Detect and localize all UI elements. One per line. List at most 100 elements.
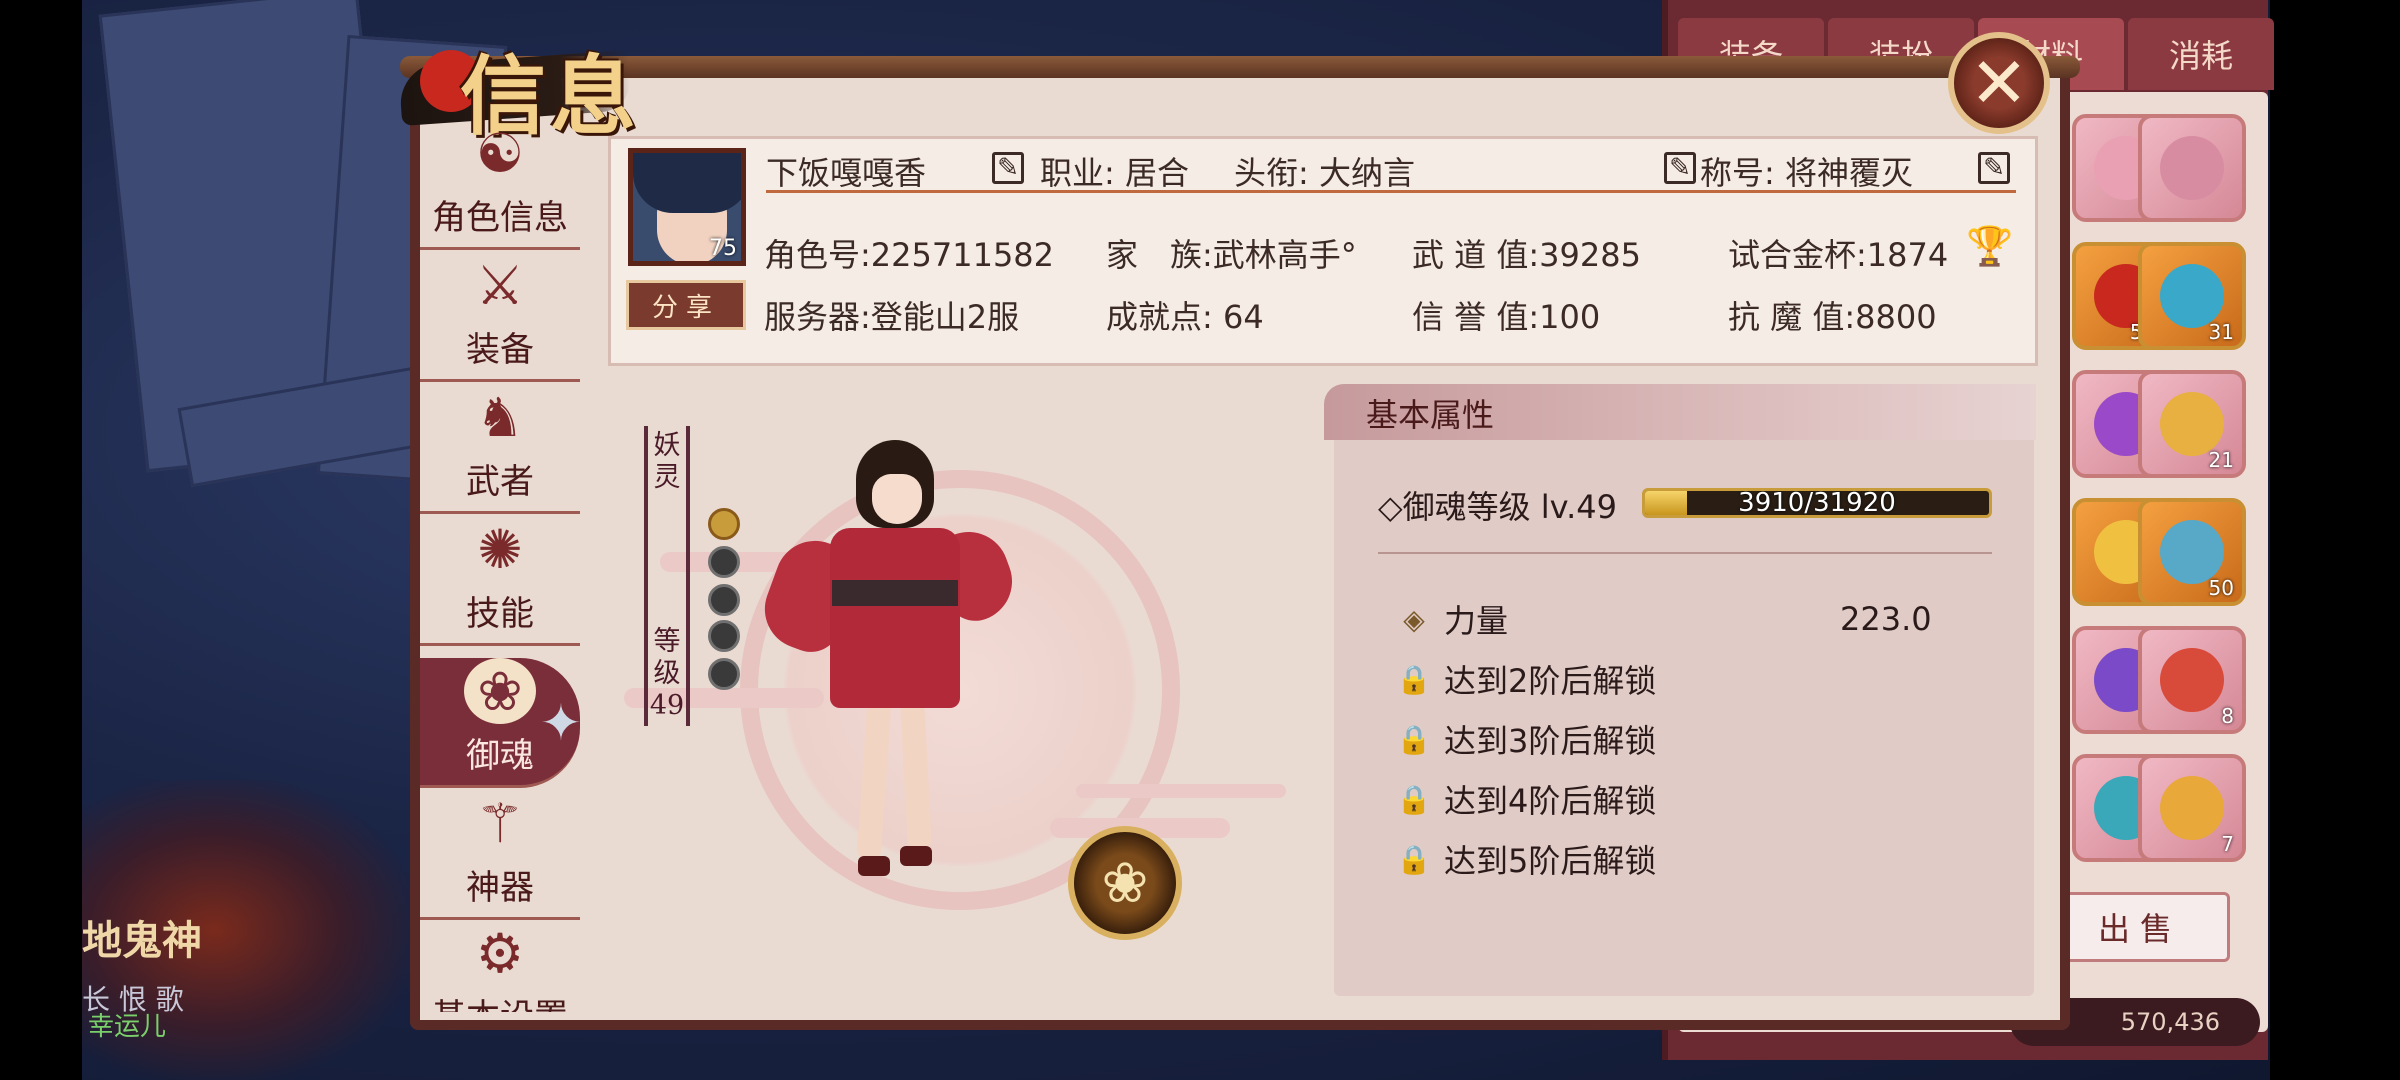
strength-diamond-icon: ◈ (1403, 602, 1425, 636)
avatar-level-badge: 75 (709, 236, 737, 261)
sidebar-item-artifact[interactable]: ⚚ 神器 (420, 790, 580, 920)
inventory-slot[interactable]: 8 (2138, 626, 2246, 734)
edit-honor-icon[interactable]: ✎ (1978, 152, 2010, 184)
slot-count: 31 (2208, 320, 2234, 344)
locked-attribute-label: 达到5阶后解锁 (1444, 842, 1657, 880)
soul-stage-dot (708, 546, 740, 578)
gear-icon: ⚙ (475, 922, 525, 985)
soul-stage-dot (708, 620, 740, 652)
edit-title-icon[interactable]: ✎ (1664, 152, 1696, 184)
red-crystal-icon (2160, 648, 2224, 712)
leg (856, 699, 892, 861)
slot-count: 50 (2208, 576, 2234, 600)
yaoling-level-box: 妖 灵 等 级 49 (644, 426, 690, 726)
locked-attribute-label: 达到3阶后解锁 (1444, 722, 1657, 760)
locked-attribute-row: 🔒 达到4阶后解锁 (1396, 776, 1657, 822)
locked-attribute-row: 🔒 达到5阶后解锁 (1396, 836, 1657, 882)
chat-player-name[interactable]: 幸运儿 (88, 1006, 166, 1043)
slot-count: 7 (2221, 832, 2234, 856)
inventory-slot[interactable]: 31 (2138, 242, 2246, 350)
sidebar-item-label: 神器 (466, 868, 534, 908)
sidebar-item-label: 御魂 (466, 736, 534, 776)
multicolor-gem-icon (2160, 520, 2224, 584)
fox-spirit-badge-icon[interactable]: ❀ (1068, 826, 1182, 940)
title-logo: 信息 (360, 20, 660, 147)
honor-title-label: 称号: 将神覆灭 (1700, 154, 1913, 192)
sidebar-item-label: 装备 (466, 330, 534, 370)
lock-icon: 🔒 (1396, 662, 1432, 696)
yaoling-label: 妖 灵 (653, 430, 681, 493)
shuriken-icon: ✦ (540, 694, 582, 752)
edit-name-icon[interactable]: ✎ (992, 152, 1024, 184)
soul-stage-dot-active (708, 508, 740, 540)
wudao-value: 武 道 值:39285 (1412, 236, 1641, 274)
helmet-icon: ♞ (475, 385, 525, 449)
pink-crystal-icon (2160, 136, 2224, 200)
sell-button[interactable]: 出售 (2050, 892, 2230, 962)
credit-value: 信 誉 值:100 (1412, 298, 1601, 336)
server-label: 服务器:登能山2服 (764, 298, 1020, 336)
blue-ring-icon (2160, 264, 2224, 328)
attributes-title: 基本属性 (1366, 396, 1495, 434)
avatar[interactable]: 75 (628, 148, 746, 266)
shoe (900, 846, 932, 866)
slot-count: 8 (2221, 704, 2234, 728)
strength-row: ◈ 力量 (1396, 596, 1508, 642)
locked-attribute-label: 达到4阶后解锁 (1444, 782, 1657, 820)
sidebar-item-settings[interactable]: ⚙ 基本设置 (420, 922, 580, 1012)
trophy-icon: 🏆 (1966, 224, 2014, 268)
sidebar-item-character-info[interactable]: ☯ 角色信息 (420, 120, 580, 250)
lock-icon: 🔒 (1396, 782, 1432, 816)
kangmo-value: 抗 魔 值:8800 (1728, 298, 1937, 336)
inventory-slot[interactable]: 21 (2138, 370, 2246, 478)
profession-label: 职业: 居合 (1040, 154, 1189, 192)
decorative-stripe (1076, 784, 1286, 798)
soul-stage-dot (708, 658, 740, 690)
share-button[interactable]: 分享 (626, 280, 746, 330)
gold-crystal-icon (2160, 776, 2224, 840)
exp-progress-text: 3910/31920 (1738, 488, 1896, 518)
yuhun-level-label: ◇御魂等级 lv.49 (1378, 488, 1618, 526)
inventory-slot[interactable]: 7 (2138, 754, 2246, 862)
sidebar-item-equipment[interactable]: ⚔ 装备 (420, 252, 580, 382)
obi-belt (832, 580, 958, 606)
yaoling-level-label: 等 级 49 (649, 626, 685, 721)
strength-label: 力量 (1444, 602, 1509, 640)
rank-title-label: 头衔: 大纳言 (1234, 154, 1415, 192)
sword-icon: ⚔ (475, 253, 525, 317)
lock-icon: 🔒 (1396, 842, 1432, 876)
trial-cup-value: 试合金杯:1874 (1728, 236, 1949, 274)
lock-icon: 🔒 (1396, 722, 1432, 756)
player-name: 下饭嘎嘎香 (766, 154, 927, 192)
fox-spirit-icon: ❀ (464, 658, 536, 724)
achievement-points: 成就点: 64 (1106, 298, 1264, 336)
sidebar-item-label: 基本设置 (432, 989, 568, 1012)
slot-count: 21 (2208, 448, 2234, 472)
exp-progress-bar: 3910/31920 (1642, 488, 1992, 518)
sidebar: ☯ 角色信息 ⚔ 装备 ♞ 武者 ✺ 技能 ❀ 御魂 ⚚ 神器 ⚙ 基本设置 (420, 120, 580, 1020)
locked-attribute-label: 达到2阶后解锁 (1444, 662, 1657, 700)
kimono (830, 528, 960, 708)
close-button[interactable]: ✕ (1948, 32, 2050, 134)
gold-crystal-icon (2160, 392, 2224, 456)
sidebar-item-warrior[interactable]: ♞ 武者 (420, 384, 580, 514)
tab-consumables[interactable]: 消耗 (2128, 18, 2274, 90)
sidebar-item-skills[interactable]: ✺ 技能 (420, 516, 580, 646)
name-underline (766, 190, 2016, 193)
blade-icon: ⚚ (475, 791, 525, 855)
locked-attribute-row: 🔒 达到2阶后解锁 (1396, 656, 1657, 702)
avatar-hair (633, 153, 741, 213)
sidebar-item-label: 技能 (466, 594, 534, 634)
flame-swirl-icon: ✺ (477, 517, 523, 581)
inventory-slot[interactable] (2138, 114, 2246, 222)
boss-name: 地鬼神 (82, 917, 202, 964)
strength-value: 223.0 (1840, 600, 1932, 638)
inventory-slot[interactable]: 50 (2138, 498, 2246, 606)
face (872, 474, 922, 524)
sidebar-item-label: 角色信息 (432, 198, 568, 238)
character-model[interactable] (753, 420, 1024, 890)
divider (1378, 552, 1992, 554)
role-id: 角色号:225711582 (764, 236, 1055, 274)
shoe (858, 856, 890, 876)
mask-icon: ☯ (475, 121, 525, 185)
